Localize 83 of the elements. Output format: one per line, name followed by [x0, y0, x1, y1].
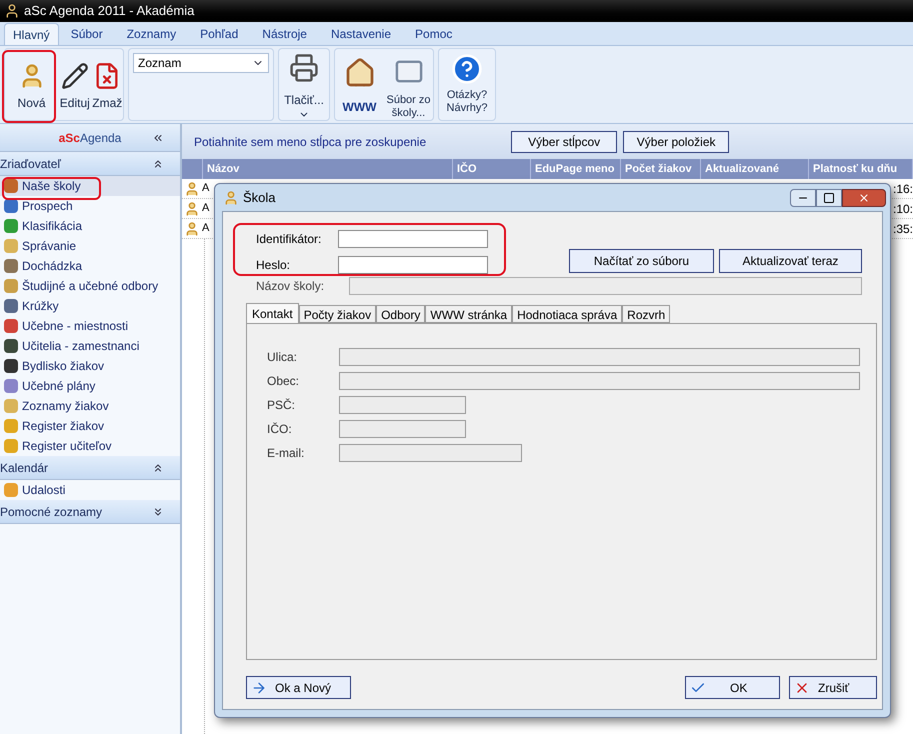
sidebar-group-header[interactable]: Kalendár	[0, 456, 180, 480]
maximize-icon	[823, 192, 835, 204]
ribbon-button[interactable]: Nová	[5, 49, 58, 120]
sidebar-item[interactable]: Dochádzka	[0, 256, 180, 276]
field-label: IČO:	[267, 421, 293, 438]
table-cell-text: :35:	[893, 220, 913, 238]
school-icon	[184, 220, 200, 236]
sidebar-item[interactable]: Register žiakov	[0, 416, 180, 436]
dialog-tab[interactable]: Kontakt	[246, 303, 299, 323]
table-cell-text: A	[202, 201, 210, 216]
sidebar-item[interactable]: Učitelia - zamestnanci	[0, 336, 180, 356]
expand-icon	[152, 506, 164, 518]
field-label: Obec:	[267, 373, 300, 390]
menu-tab[interactable]: Pomoc	[403, 23, 464, 45]
sidebar-item[interactable]: Prospech	[0, 196, 180, 216]
grid-toolbar-button[interactable]: Výber stĺpcov	[511, 130, 618, 152]
group-hint: Potiahnite sem meno stĺpca pre zoskupenie	[194, 134, 426, 150]
sidebar-item[interactable]: Študijné a učebné odbory	[0, 276, 180, 296]
footer-button[interactable]: OK	[685, 676, 780, 699]
printer-icon	[288, 53, 320, 83]
collapse-icon	[152, 462, 164, 474]
sidebar-item[interactable]: Klasifikácia	[0, 216, 180, 236]
table-cell-text: :10:	[893, 200, 913, 218]
house-icon	[344, 57, 376, 89]
view-select[interactable]: Zoznam	[133, 53, 269, 73]
dialog-title: Škola	[243, 188, 277, 207]
ribbon-button[interactable]: Edituj	[58, 49, 92, 120]
collapse-icon	[152, 158, 164, 170]
dialog-tab[interactable]: Odbory	[376, 305, 426, 323]
footer-button[interactable]: Zrušiť	[789, 676, 877, 699]
dialog-icon	[223, 190, 239, 206]
help-icon	[451, 53, 483, 85]
action-button[interactable]: Aktualizovať teraz	[719, 249, 862, 273]
menu-tab[interactable]: Nastavenie	[318, 23, 404, 45]
print-button[interactable]: Tlačiť...	[279, 49, 329, 120]
footer-button[interactable]: Ok a Nový	[246, 676, 351, 699]
grid-toolbar-button[interactable]: Výber položiek	[623, 130, 730, 152]
field-label: Ulica:	[267, 349, 298, 366]
sidebar-item[interactable]: Krúžky	[0, 296, 180, 316]
dialog-tab[interactable]: Rozvrh	[622, 305, 670, 323]
field-label: Heslo:	[255, 257, 292, 274]
table-cell-text: :16:	[893, 180, 913, 198]
sidebar-item[interactable]: Bydlisko žiakov	[0, 356, 180, 376]
ribbon-button[interactable]: Súbor zo školy...	[384, 49, 433, 120]
menu-tab[interactable]: Hlavný	[4, 23, 59, 45]
close-button[interactable]	[842, 188, 886, 206]
maximize-button[interactable]	[816, 188, 842, 206]
sidebar-item[interactable]: Učebne - miestnosti	[0, 316, 180, 336]
sidebar-item[interactable]: Učebné plány	[0, 376, 180, 396]
dialog-tab[interactable]: Hodnotiaca správa	[512, 305, 622, 323]
table-cell-text: A	[202, 221, 210, 236]
dialog-tab[interactable]: Počty žiakov	[298, 305, 376, 323]
ribbon-button[interactable]: Zmaž	[92, 49, 123, 120]
menu-tab[interactable]: Súbor	[58, 23, 115, 45]
input-field[interactable]	[338, 256, 488, 274]
arrow-icon	[251, 680, 267, 696]
sidebar-group-header[interactable]: Pomocné zoznamy	[0, 500, 180, 524]
menu-tab[interactable]: Nástroje	[250, 23, 319, 45]
field-label: E-mail:	[267, 445, 306, 462]
field-label: Názov školy:	[255, 278, 326, 295]
menu-tab[interactable]: Zoznamy	[114, 23, 188, 45]
ribbon-button[interactable]: WWW	[335, 49, 384, 120]
school-icon	[184, 200, 200, 216]
sidebar-group-header[interactable]: Zriaďovateľ	[0, 152, 180, 176]
school-icon	[184, 180, 200, 196]
field-label: PSČ:	[267, 397, 296, 414]
field-label: Identifikátor:	[255, 231, 322, 248]
input-field[interactable]	[338, 230, 488, 248]
app-brand: aScAgenda	[58, 130, 122, 146]
sidebar-item[interactable]: Naše školy	[0, 176, 180, 196]
sidebar-item[interactable]: Správanie	[0, 236, 180, 256]
app-icon	[4, 3, 20, 19]
sidebar-item[interactable]: Udalosti	[0, 480, 180, 500]
pencil-icon	[60, 62, 89, 90]
menu-tab[interactable]: Pohľad	[188, 23, 250, 45]
dialog-tab[interactable]: WWW stránka	[425, 305, 512, 323]
action-button[interactable]: Načítať zo súboru	[569, 249, 714, 273]
sidebar-item[interactable]: Register učiteľov	[0, 436, 180, 456]
window-title: aSc Agenda 2011 - Akadémia	[24, 2, 194, 20]
help-button[interactable]: Otázky? Návrhy?	[439, 49, 495, 120]
sidebar-item[interactable]: Zoznamy žiakov	[0, 396, 180, 416]
table-cell-text: A	[202, 181, 210, 196]
close-icon	[858, 192, 870, 204]
